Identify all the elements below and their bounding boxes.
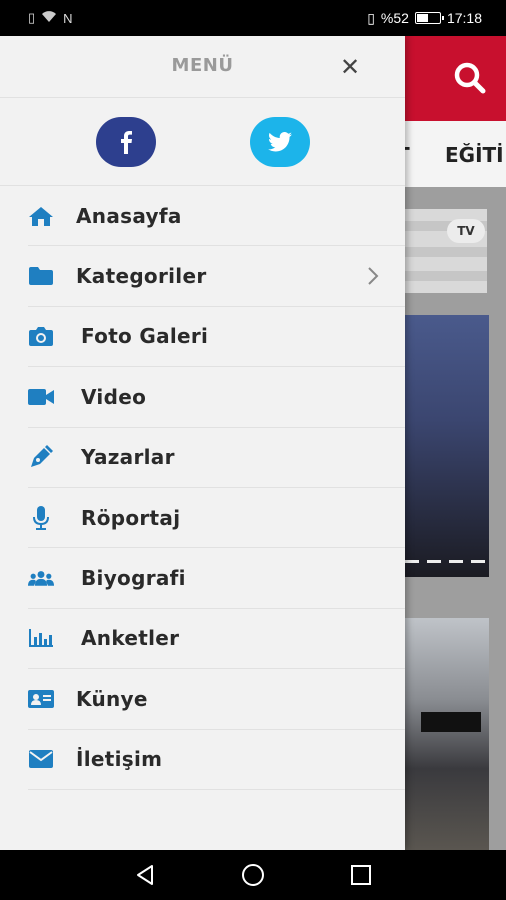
menu-item-roportaj[interactable]: Röportaj [28, 488, 405, 549]
status-right: ▯ %52 17:18 [367, 10, 482, 27]
twitter-button[interactable] [250, 117, 310, 167]
bar-chart-icon [28, 625, 54, 651]
menu-item-label: Künye [76, 686, 148, 711]
home-icon [28, 203, 54, 229]
app-screen: T EĞİTİ TV MENÜ ✕ [0, 36, 506, 850]
menu-item-label: Anasayfa [76, 203, 182, 228]
menu-item-anketler[interactable]: Anketler [28, 609, 405, 670]
slider-indicator [405, 560, 489, 563]
channel-logo: TV [447, 219, 485, 243]
menu-item-label: Video [81, 384, 147, 409]
store-sign-image [421, 712, 481, 732]
twitter-icon [268, 132, 292, 152]
navigation-drawer: MENÜ ✕ Anasayfa Kategoriler Foto Galeri … [0, 36, 405, 850]
wifi-icon [41, 10, 57, 26]
clock: 17:18 [446, 10, 482, 26]
status-left-icons: ▯ N [28, 10, 73, 26]
search-icon [454, 62, 486, 94]
social-links [0, 98, 405, 186]
search-button[interactable] [450, 58, 490, 98]
envelope-icon [28, 746, 54, 772]
status-bar: ▯ N ▯ %52 17:18 [0, 0, 506, 36]
menu-item-label: Kategoriler [76, 264, 207, 289]
facebook-button[interactable] [96, 117, 156, 167]
sim-icon: ▯ [28, 10, 36, 25]
news-image-card-2[interactable] [405, 618, 489, 850]
id-card-icon [28, 686, 54, 712]
menu-item-video[interactable]: Video [28, 367, 405, 428]
drawer-header: MENÜ ✕ [0, 36, 405, 98]
pen-icon [28, 444, 54, 470]
nav-item-egitim[interactable]: EĞİTİ [445, 143, 504, 167]
menu-item-iletisim[interactable]: İletişim [28, 730, 405, 790]
back-icon[interactable] [134, 864, 156, 886]
chevron-right-icon [367, 266, 379, 290]
recents-icon[interactable] [350, 864, 372, 886]
menu-item-label: Yazarlar [81, 445, 175, 470]
nfc-icon: N [63, 10, 73, 26]
video-camera-icon [28, 384, 54, 410]
facebook-icon [121, 131, 132, 154]
menu-item-label: İletişim [76, 747, 163, 772]
close-icon[interactable]: ✕ [339, 55, 361, 79]
camera-icon [28, 323, 54, 349]
users-icon [28, 565, 54, 591]
menu-list: Anasayfa Kategoriler Foto Galeri Video Y… [0, 186, 405, 790]
menu-item-yazarlar[interactable]: Yazarlar [28, 428, 405, 488]
menu-item-kategoriler[interactable]: Kategoriler [28, 246, 405, 307]
menu-item-label: Röportaj [81, 505, 181, 530]
news-image-card[interactable] [405, 315, 489, 577]
menu-item-anasayfa[interactable]: Anasayfa [28, 186, 405, 247]
menu-item-label: Biyografi [81, 566, 186, 591]
system-navigation-bar [0, 850, 506, 900]
battery-percent: %52 [380, 10, 409, 26]
home-circle-icon[interactable] [241, 863, 265, 887]
menu-item-label: Foto Galeri [81, 324, 209, 349]
menu-item-foto-galeri[interactable]: Foto Galeri [28, 307, 405, 368]
microphone-icon [28, 505, 54, 531]
vibrate-icon: ▯ [367, 9, 375, 26]
menu-item-biyografi[interactable]: Biyografi [28, 548, 405, 609]
folder-icon [28, 263, 54, 289]
menu-item-label: Anketler [81, 626, 180, 651]
news-card[interactable]: TV [405, 209, 487, 293]
battery-icon [414, 12, 444, 24]
menu-item-kunye[interactable]: Künye [28, 669, 405, 730]
